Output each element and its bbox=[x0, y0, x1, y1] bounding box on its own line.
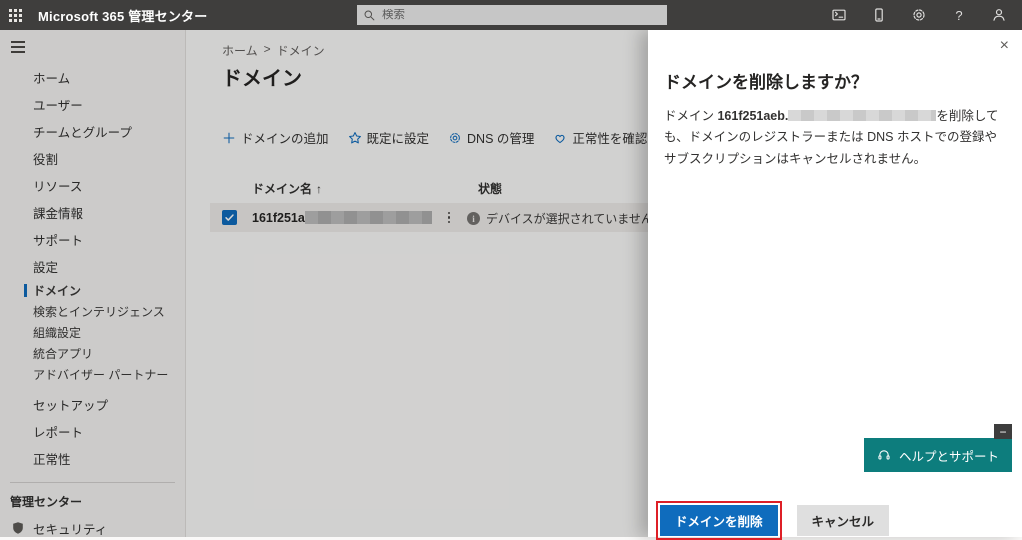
gear-icon[interactable] bbox=[906, 2, 932, 28]
redacted-domain-blur bbox=[788, 110, 936, 121]
help-support-label: ヘルプとサポート bbox=[899, 446, 999, 465]
waffle-grid-icon bbox=[9, 9, 22, 22]
help-icon[interactable]: ? bbox=[946, 2, 972, 28]
dialog-body: ドメイン 161f251aeb.を削除しても、ドメインのレジストラーまたは DN… bbox=[664, 106, 1008, 170]
headset-icon bbox=[877, 448, 891, 462]
dialog-body-prefix: ドメイン bbox=[664, 109, 717, 123]
search-box[interactable] bbox=[357, 5, 667, 25]
top-bar: Microsoft 365 管理センター ? bbox=[0, 0, 1022, 30]
delete-domain-button[interactable]: ドメインを削除 bbox=[660, 505, 778, 536]
delete-domain-panel: × ドメインを削除しますか？ ドメイン 161f251aeb.を削除しても、ドメ… bbox=[648, 30, 1022, 537]
terminal-icon[interactable] bbox=[826, 2, 852, 28]
search-icon bbox=[363, 9, 376, 22]
search-input[interactable] bbox=[382, 9, 642, 21]
topbar-actions: ? bbox=[826, 0, 1012, 30]
dialog-footer: ドメインを削除 キャンセル bbox=[656, 501, 889, 540]
app-launcher-icon[interactable] bbox=[0, 0, 30, 30]
dialog-title: ドメインを削除しますか？ bbox=[664, 68, 868, 93]
red-annotation-box: ドメインを削除 bbox=[656, 501, 782, 540]
cancel-button[interactable]: キャンセル bbox=[797, 505, 890, 536]
account-icon[interactable] bbox=[986, 2, 1012, 28]
dialog-domain-name: 161f251aeb. bbox=[717, 109, 788, 123]
modal-overlay bbox=[0, 30, 648, 537]
close-icon[interactable]: × bbox=[1000, 38, 1009, 54]
mobile-phone-icon[interactable] bbox=[866, 2, 892, 28]
help-support-button[interactable]: ヘルプとサポート bbox=[864, 438, 1012, 472]
help-minimize-button[interactable]: − bbox=[994, 424, 1012, 439]
app-title: Microsoft 365 管理センター bbox=[38, 6, 207, 25]
